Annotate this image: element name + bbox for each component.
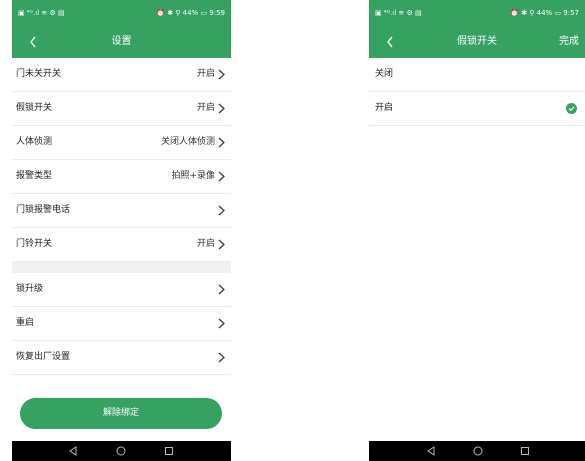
- row-label: 重启: [16, 318, 35, 328]
- settings-screen: ▣ ⁴ᴳ.ıl ≋ ⚙ ▤ ⏰ ✱ ⚲ 44% ▭ 9:59 设置 门未关开关 …: [12, 0, 231, 461]
- row-door-open-switch[interactable]: 门未关开关 开启: [12, 58, 231, 92]
- chevron-right-icon: [218, 69, 225, 80]
- row-human-detection[interactable]: 人体侦测 关闭人体侦测: [12, 126, 231, 160]
- row-value: 开启: [196, 69, 215, 79]
- option-label: 开启: [375, 103, 394, 113]
- chevron-right-icon: [218, 239, 225, 250]
- row-label: 门锁报警电话: [16, 205, 71, 215]
- home-circle-icon[interactable]: [116, 446, 126, 456]
- row-restart[interactable]: 重启: [12, 307, 231, 341]
- status-bar: ▣ ⁴ᴳ.ıl ≋ ⚙ ▤ ⏰ ✱ ⚲ 44% ▭ 9:57: [369, 0, 585, 26]
- section-divider: [12, 262, 231, 273]
- page-title: 设置: [111, 36, 132, 47]
- row-value: 关闭人体侦测: [160, 137, 215, 147]
- system-nav-bar: [369, 441, 585, 461]
- recents-square-icon[interactable]: [164, 446, 174, 456]
- status-right: ⏰ ✱ ⚲ 44% ▭ 9:59: [156, 9, 225, 17]
- row-value: 开启: [196, 239, 215, 249]
- option-label: 关闭: [375, 69, 394, 79]
- chevron-right-icon: [218, 205, 225, 216]
- status-left: ▣ ⁴ᴳ.ıl ≋ ⚙ ▤: [375, 9, 422, 17]
- settings-list: 门未关开关 开启 假锁开关 开启 人体侦测 关闭人体侦测 报警类型 拍照+录像 …: [12, 58, 231, 375]
- row-doorbell-switch[interactable]: 门铃开关 开启: [12, 228, 231, 262]
- row-factory-reset[interactable]: 恢复出厂设置: [12, 341, 231, 375]
- status-right: ⏰ ✱ ⚲ 44% ▭ 9:57: [510, 9, 579, 17]
- row-label: 假锁开关: [16, 103, 53, 113]
- page-title: 假锁开关: [457, 36, 497, 47]
- option-on[interactable]: 开启: [369, 92, 585, 126]
- chevron-right-icon: [218, 137, 225, 148]
- chevron-right-icon: [218, 352, 225, 363]
- nav-bar: 设置: [12, 26, 231, 58]
- done-button[interactable]: 完成: [559, 26, 579, 58]
- home-circle-icon[interactable]: [473, 446, 483, 456]
- fake-lock-screen: ▣ ⁴ᴳ.ıl ≋ ⚙ ▤ ⏰ ✱ ⚲ 44% ▭ 9:57 假锁开关 完成 关…: [369, 0, 585, 461]
- nav-bar: 假锁开关 完成: [369, 26, 585, 58]
- chevron-right-icon: [218, 284, 225, 295]
- back-triangle-icon[interactable]: [68, 446, 78, 456]
- status-bar: ▣ ⁴ᴳ.ıl ≋ ⚙ ▤ ⏰ ✱ ⚲ 44% ▭ 9:59: [12, 0, 231, 26]
- option-list: 关闭 开启: [369, 58, 585, 126]
- chevron-right-icon: [218, 318, 225, 329]
- row-alarm-type[interactable]: 报警类型 拍照+录像: [12, 160, 231, 194]
- row-label: 门铃开关: [16, 239, 53, 249]
- row-lock-upgrade[interactable]: 锁升级: [12, 273, 231, 307]
- row-value: 开启: [196, 103, 215, 113]
- row-alarm-phone[interactable]: 门锁报警电话: [12, 194, 231, 228]
- system-nav-bar: [12, 441, 231, 461]
- recents-square-icon[interactable]: [520, 446, 530, 456]
- row-label: 门未关开关: [16, 69, 62, 79]
- check-circle-icon: [566, 103, 577, 114]
- row-label: 报警类型: [16, 171, 53, 181]
- option-off[interactable]: 关闭: [369, 58, 585, 92]
- chevron-right-icon: [218, 103, 225, 114]
- chevron-right-icon: [218, 171, 225, 182]
- back-triangle-icon[interactable]: [426, 446, 436, 456]
- status-left: ▣ ⁴ᴳ.ıl ≋ ⚙ ▤: [18, 9, 65, 17]
- row-label: 恢复出厂设置: [16, 352, 71, 362]
- row-label: 锁升级: [16, 284, 44, 294]
- row-label: 人体侦测: [16, 137, 53, 147]
- unbind-button[interactable]: 解除绑定: [20, 398, 222, 429]
- row-value: 拍照+录像: [171, 171, 215, 181]
- row-fake-lock-switch[interactable]: 假锁开关 开启: [12, 92, 231, 126]
